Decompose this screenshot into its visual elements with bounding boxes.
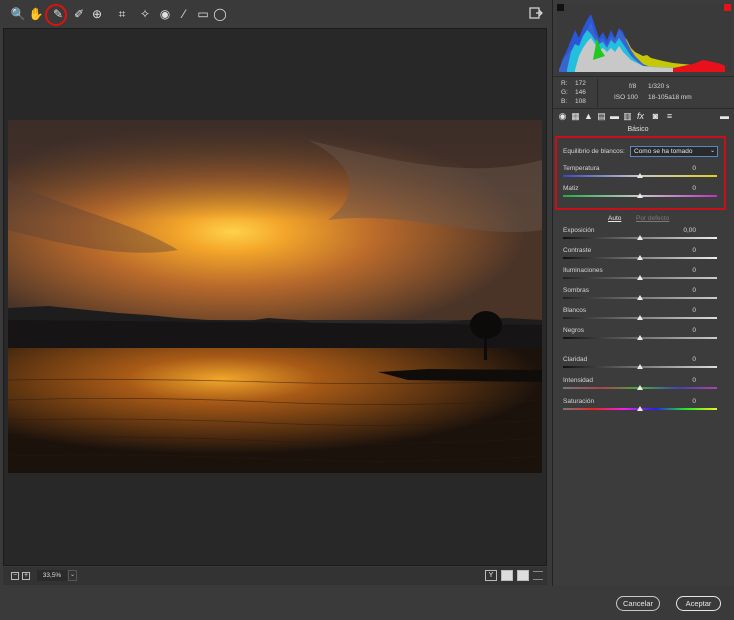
b-label: B: xyxy=(561,98,568,105)
toggle-view-icon[interactable] xyxy=(533,571,543,580)
before-after-y-icon[interactable]: Y xyxy=(485,570,497,581)
slider-value[interactable]: 0 xyxy=(666,185,696,192)
b-value: 108 xyxy=(575,98,586,105)
slider-thumb[interactable] xyxy=(637,193,643,198)
photo-preview xyxy=(8,120,542,473)
color-sampler-icon[interactable]: ✐ xyxy=(71,6,87,22)
slider-thumb[interactable] xyxy=(637,295,643,300)
slider-value[interactable]: 0,00 xyxy=(666,227,696,234)
slider-value[interactable]: 0 xyxy=(666,287,696,294)
highlight-clipping-icon xyxy=(724,4,731,11)
brush-icon[interactable]: ⁄ xyxy=(176,6,192,22)
camera-calibration-icon[interactable]: ◙ xyxy=(650,111,661,122)
white-balance-select[interactable]: Como se ha tomado ⌄ xyxy=(630,146,718,157)
g-value: 146 xyxy=(575,89,586,96)
slider-thumb[interactable] xyxy=(637,335,643,340)
zoom-out-button[interactable]: − xyxy=(11,572,19,580)
hsl-icon[interactable]: ▤ xyxy=(596,111,607,122)
hand-icon[interactable]: ✋ xyxy=(28,6,44,22)
aperture-value: f/8 xyxy=(629,83,637,90)
chevron-down-icon: ⌄ xyxy=(709,148,715,154)
graduated-filter-icon[interactable]: ▭ xyxy=(195,6,211,22)
slider-thumb[interactable] xyxy=(637,364,643,369)
slider-label: Temperatura xyxy=(563,165,600,172)
crop-icon[interactable]: ⌗ xyxy=(114,6,130,22)
slider-thumb[interactable] xyxy=(637,255,643,260)
slider-label: Blancos xyxy=(563,307,587,314)
image-info: R: 172 G: 146 B: 108 f/8 1/320 s ISO 100… xyxy=(553,76,734,109)
red-eye-icon[interactable]: ◉ xyxy=(157,6,173,22)
magnifier-icon[interactable]: 🔍 xyxy=(10,6,26,22)
export-icon[interactable] xyxy=(528,6,544,22)
target-adjust-icon[interactable]: ⊕ xyxy=(89,6,105,22)
slider-label: Matiz xyxy=(563,185,579,192)
slider-value[interactable]: 0 xyxy=(666,267,696,274)
shutter-value: 1/320 s xyxy=(648,83,670,90)
split-toning-icon[interactable]: ▬ xyxy=(609,111,620,122)
default-button[interactable]: Por defecto xyxy=(636,215,669,222)
zoom-level[interactable]: 33,5% xyxy=(37,570,67,581)
chevron-down-icon[interactable]: ⌄ xyxy=(68,570,77,581)
copy-settings-icon[interactable] xyxy=(517,570,529,581)
slider-label: Intensidad xyxy=(563,377,593,384)
zoom-in-button[interactable]: + xyxy=(22,572,30,580)
white-balance-value: Como se ha tomado xyxy=(634,148,693,155)
detail-icon[interactable]: ▲ xyxy=(583,111,594,122)
slider-thumb[interactable] xyxy=(637,385,643,390)
slider-label: Saturación xyxy=(563,398,595,405)
slider-thumb[interactable] xyxy=(637,315,643,320)
slider-label: Sombras xyxy=(563,287,590,294)
lens-icon[interactable]: ▥ xyxy=(622,111,633,122)
status-bar: − + 33,5% ⌄ Y xyxy=(3,567,547,585)
toolbar: 🔍 ✋ ✎ ✐ ⊕ ⌗ ✧ ◉ ⁄ ▭ ◯ xyxy=(0,0,550,28)
fx-icon[interactable]: fx xyxy=(635,111,646,122)
slider-value[interactable]: 0 xyxy=(666,356,696,363)
slider-thumb[interactable] xyxy=(637,406,643,411)
basic-icon[interactable]: ◉ xyxy=(557,111,568,122)
spot-removal-icon[interactable]: ✧ xyxy=(137,6,153,22)
slider-label: Iluminaciones xyxy=(563,267,603,274)
section-title: Básico xyxy=(627,126,649,133)
slider-value[interactable]: 0 xyxy=(666,398,696,405)
histogram xyxy=(553,0,734,76)
iso-value: ISO 100 xyxy=(614,94,638,101)
shadow-clipping-icon xyxy=(557,4,564,11)
lens-value: 18-105a18 mm xyxy=(648,94,692,101)
slider-label: Contraste xyxy=(563,247,592,254)
slider-value[interactable]: 0 xyxy=(666,165,696,172)
auto-button[interactable]: Auto xyxy=(608,215,621,222)
slider-thumb[interactable] xyxy=(637,235,643,240)
g-label: G: xyxy=(561,89,568,96)
swap-settings-icon[interactable] xyxy=(501,570,513,581)
slider-thumb[interactable] xyxy=(637,173,643,178)
tone-curve-icon[interactable]: ▦ xyxy=(570,111,581,122)
presets-icon[interactable]: ≡ xyxy=(664,111,675,122)
panel-menu-icon[interactable]: ▬ xyxy=(719,111,730,122)
slider-value[interactable]: 0 xyxy=(666,377,696,384)
white-balance-tool-highlight xyxy=(45,4,67,26)
slider-value[interactable]: 0 xyxy=(666,327,696,334)
r-value: 172 xyxy=(575,80,586,87)
cancel-button[interactable]: Cancelar xyxy=(616,596,660,611)
accept-button[interactable]: Aceptar xyxy=(676,596,721,611)
slider-label: Negros xyxy=(563,327,584,334)
slider-value[interactable]: 0 xyxy=(666,307,696,314)
radial-filter-icon[interactable]: ◯ xyxy=(212,6,228,22)
panel-tabs: ◉ ▦ ▲ ▤ ▬ ▥ fx ◙ ≡ ▬ xyxy=(553,110,734,124)
slider-label: Exposición xyxy=(563,227,595,234)
slider-label: Claridad xyxy=(563,356,588,363)
slider-value[interactable]: 0 xyxy=(666,247,696,254)
r-label: R: xyxy=(561,80,568,87)
white-balance-label: Equilibrio de blancos: xyxy=(563,148,625,155)
slider-thumb[interactable] xyxy=(637,275,643,280)
